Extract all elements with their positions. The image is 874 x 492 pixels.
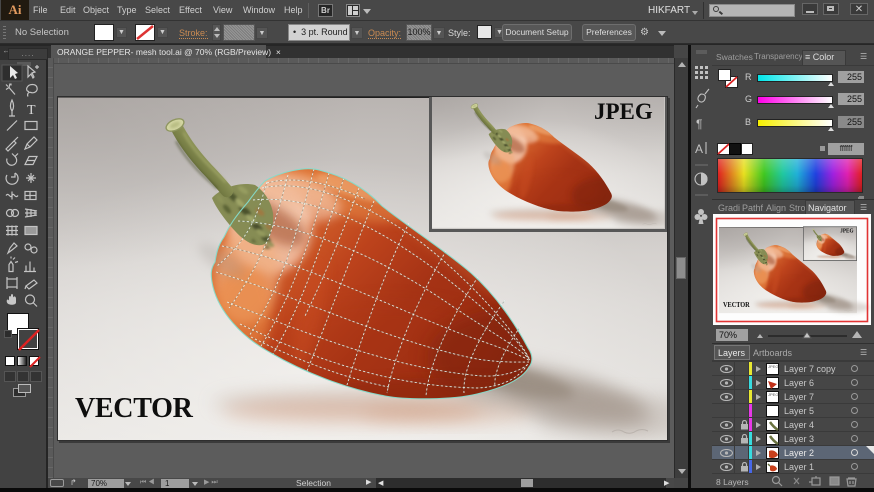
svg-text:T: T — [27, 103, 36, 118]
svg-text:A: A — [695, 142, 703, 156]
svg-text:¶: ¶ — [696, 117, 702, 131]
svg-text:JPEG: JPEG — [594, 99, 653, 124]
svg-text:VECTOR: VECTOR — [75, 393, 194, 424]
